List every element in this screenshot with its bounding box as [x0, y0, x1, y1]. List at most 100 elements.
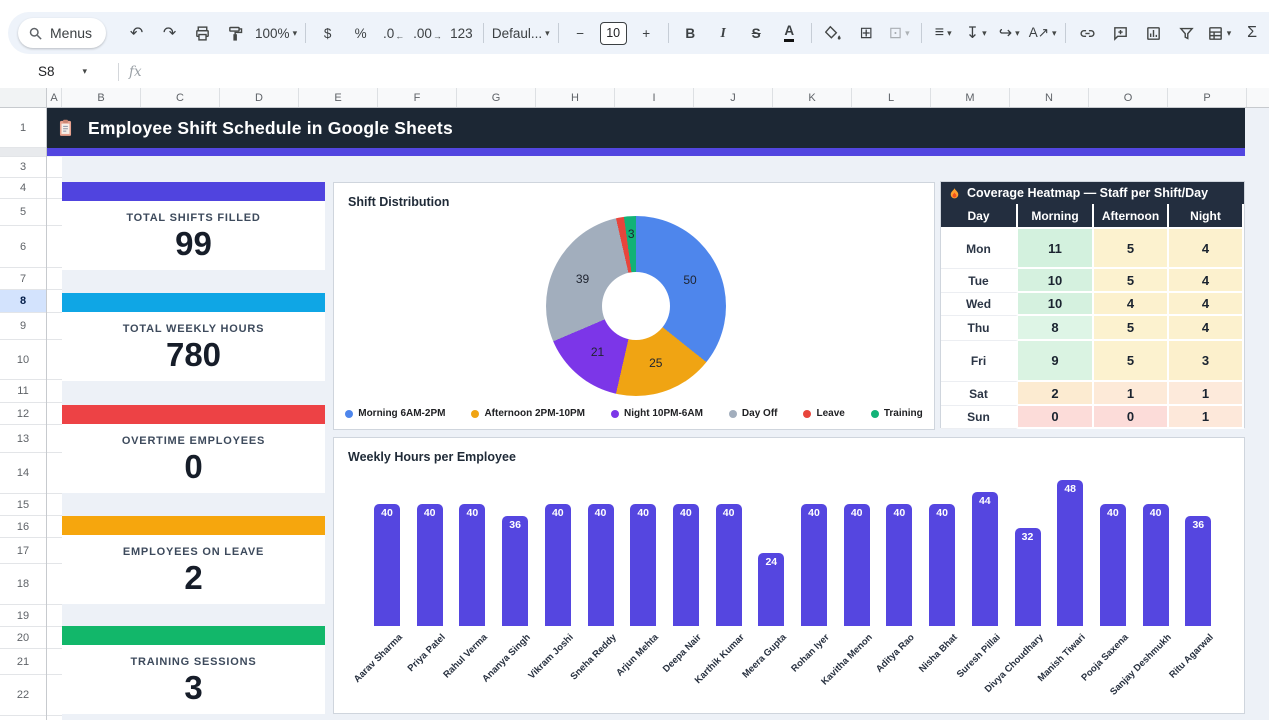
- decrease-decimal-button[interactable]: .0←: [377, 19, 410, 47]
- kpi-card-overtime-employees[interactable]: OVERTIME EMPLOYEES0: [62, 405, 325, 493]
- column-header-I[interactable]: I: [615, 88, 694, 107]
- kpi-card-total-shifts-filled[interactable]: TOTAL SHIFTS FILLED99: [62, 182, 325, 270]
- heatmap-value-cell[interactable]: 10: [1018, 293, 1094, 316]
- insert-link-button[interactable]: [1071, 19, 1104, 47]
- row-header-1[interactable]: 1: [0, 108, 46, 148]
- column-header-M[interactable]: M: [931, 88, 1010, 107]
- heatmap-value-cell[interactable]: 0: [1094, 406, 1169, 429]
- heatmap-day-cell[interactable]: Tue: [941, 269, 1018, 293]
- column-header-L[interactable]: L: [852, 88, 931, 107]
- heatmap-value-cell[interactable]: 5: [1094, 316, 1169, 341]
- insert-comment-button[interactable]: [1104, 19, 1137, 47]
- sheet-grid[interactable]: Employee Shift Schedule in Google Sheets…: [47, 108, 1269, 720]
- heatmap-value-cell[interactable]: 1: [1169, 406, 1244, 429]
- heatmap-day-cell[interactable]: Sat: [941, 382, 1018, 406]
- kpi-card-total-weekly-hours[interactable]: TOTAL WEEKLY HOURS780: [62, 293, 325, 381]
- text-rotation-button[interactable]: A↗▾: [1026, 19, 1060, 47]
- column-header-N[interactable]: N: [1010, 88, 1089, 107]
- heatmap-value-cell[interactable]: 1: [1169, 382, 1244, 406]
- heatmap-value-cell[interactable]: 4: [1094, 293, 1169, 316]
- functions-button[interactable]: Σ: [1236, 19, 1269, 47]
- heatmap-value-cell[interactable]: 11: [1018, 229, 1094, 269]
- row-header-12[interactable]: 12: [0, 403, 46, 425]
- column-header-C[interactable]: C: [141, 88, 220, 107]
- heatmap-value-cell[interactable]: 5: [1094, 229, 1169, 269]
- row-header-16[interactable]: 16: [0, 516, 46, 538]
- weekly-hours-chart[interactable]: Weekly Hours per Employee 40Aarav Sharma…: [333, 437, 1245, 714]
- font-size-input[interactable]: 10: [597, 19, 630, 47]
- horizontal-align-button[interactable]: ≡▾: [927, 19, 960, 47]
- heatmap-value-cell[interactable]: 4: [1169, 229, 1244, 269]
- more-formats-button[interactable]: 123: [445, 19, 478, 47]
- row-header-7[interactable]: 7: [0, 268, 46, 290]
- column-header-B[interactable]: B: [62, 88, 141, 107]
- heatmap-value-cell[interactable]: 9: [1018, 341, 1094, 382]
- heatmap-value-cell[interactable]: 0: [1018, 406, 1094, 429]
- format-currency-button[interactable]: $: [311, 19, 344, 47]
- row-header-19[interactable]: 19: [0, 605, 46, 627]
- row-header-10[interactable]: 10: [0, 340, 46, 380]
- column-a-cells[interactable]: [47, 157, 62, 720]
- column-header-A[interactable]: A: [47, 88, 62, 107]
- row-header-23[interactable]: 23: [0, 716, 46, 720]
- redo-button[interactable]: ↷: [153, 19, 186, 47]
- name-box[interactable]: S8 ▾: [38, 64, 108, 79]
- merge-cells-button[interactable]: ⊡▾: [883, 19, 916, 47]
- select-all-corner[interactable]: [0, 88, 47, 107]
- kpi-card-training-sessions[interactable]: TRAINING SESSIONS3: [62, 626, 325, 714]
- column-header-F[interactable]: F: [378, 88, 457, 107]
- row-header-13[interactable]: 13: [0, 425, 46, 453]
- row-header-22[interactable]: 22: [0, 675, 46, 716]
- heatmap-value-cell[interactable]: 5: [1094, 341, 1169, 382]
- heatmap-day-cell[interactable]: Sun: [941, 406, 1018, 429]
- heatmap-value-cell[interactable]: 10: [1018, 269, 1094, 293]
- insert-chart-button[interactable]: [1137, 19, 1170, 47]
- row-header-14[interactable]: 14: [0, 453, 46, 494]
- text-wrap-button[interactable]: ↪▾: [993, 19, 1026, 47]
- row-header-5[interactable]: 5: [0, 199, 46, 226]
- row-header-21[interactable]: 21: [0, 649, 46, 675]
- row-header-15[interactable]: 15: [0, 494, 46, 516]
- strikethrough-button[interactable]: S: [740, 19, 773, 47]
- menus-button[interactable]: Menus: [18, 18, 106, 48]
- table-views-button[interactable]: ▾: [1203, 19, 1236, 47]
- row-header-17[interactable]: 17: [0, 538, 46, 564]
- column-header-K[interactable]: K: [773, 88, 852, 107]
- heatmap-value-cell[interactable]: 4: [1169, 293, 1244, 316]
- row-header-8[interactable]: 8: [0, 290, 46, 313]
- shift-distribution-chart[interactable]: Shift Distribution 502521393 Morning 6AM…: [333, 182, 935, 430]
- heatmap-value-cell[interactable]: 4: [1169, 316, 1244, 341]
- heatmap-value-cell[interactable]: 3: [1169, 341, 1244, 382]
- format-percent-button[interactable]: %: [344, 19, 377, 47]
- row-header-11[interactable]: 11: [0, 380, 46, 403]
- heatmap-day-cell[interactable]: Mon: [941, 229, 1018, 269]
- fill-color-button[interactable]: [817, 19, 850, 47]
- zoom-select[interactable]: 100%▾: [252, 19, 300, 47]
- heatmap-value-cell[interactable]: 1: [1094, 382, 1169, 406]
- column-header-P[interactable]: P: [1168, 88, 1247, 107]
- heatmap-day-cell[interactable]: Wed: [941, 293, 1018, 316]
- heatmap-value-cell[interactable]: 4: [1169, 269, 1244, 293]
- column-header-G[interactable]: G: [457, 88, 536, 107]
- heatmap-day-cell[interactable]: Thu: [941, 316, 1018, 341]
- italic-button[interactable]: I: [707, 19, 740, 47]
- column-header-H[interactable]: H: [536, 88, 615, 107]
- font-select[interactable]: Defaul...▾: [489, 19, 553, 47]
- increase-decimal-button[interactable]: .00→: [410, 19, 445, 47]
- row-header-9[interactable]: 9: [0, 313, 46, 340]
- font-size-value[interactable]: 10: [600, 22, 627, 45]
- kpi-card-employees-on-leave[interactable]: EMPLOYEES ON LEAVE2: [62, 516, 325, 604]
- undo-button[interactable]: ↶: [120, 19, 153, 47]
- chevron-down-icon[interactable]: ▾: [83, 66, 88, 77]
- row-header-20[interactable]: 20: [0, 627, 46, 649]
- row-header-18[interactable]: 18: [0, 564, 46, 605]
- row-header-6[interactable]: 6: [0, 226, 46, 268]
- heatmap-day-cell[interactable]: Fri: [941, 341, 1018, 382]
- heatmap-value-cell[interactable]: 2: [1018, 382, 1094, 406]
- bold-button[interactable]: B: [674, 19, 707, 47]
- create-filter-button[interactable]: [1170, 19, 1203, 47]
- font-size-increase-button[interactable]: +: [630, 19, 663, 47]
- row-header-4[interactable]: 4: [0, 178, 46, 199]
- heatmap-value-cell[interactable]: 5: [1094, 269, 1169, 293]
- column-header-O[interactable]: O: [1089, 88, 1168, 107]
